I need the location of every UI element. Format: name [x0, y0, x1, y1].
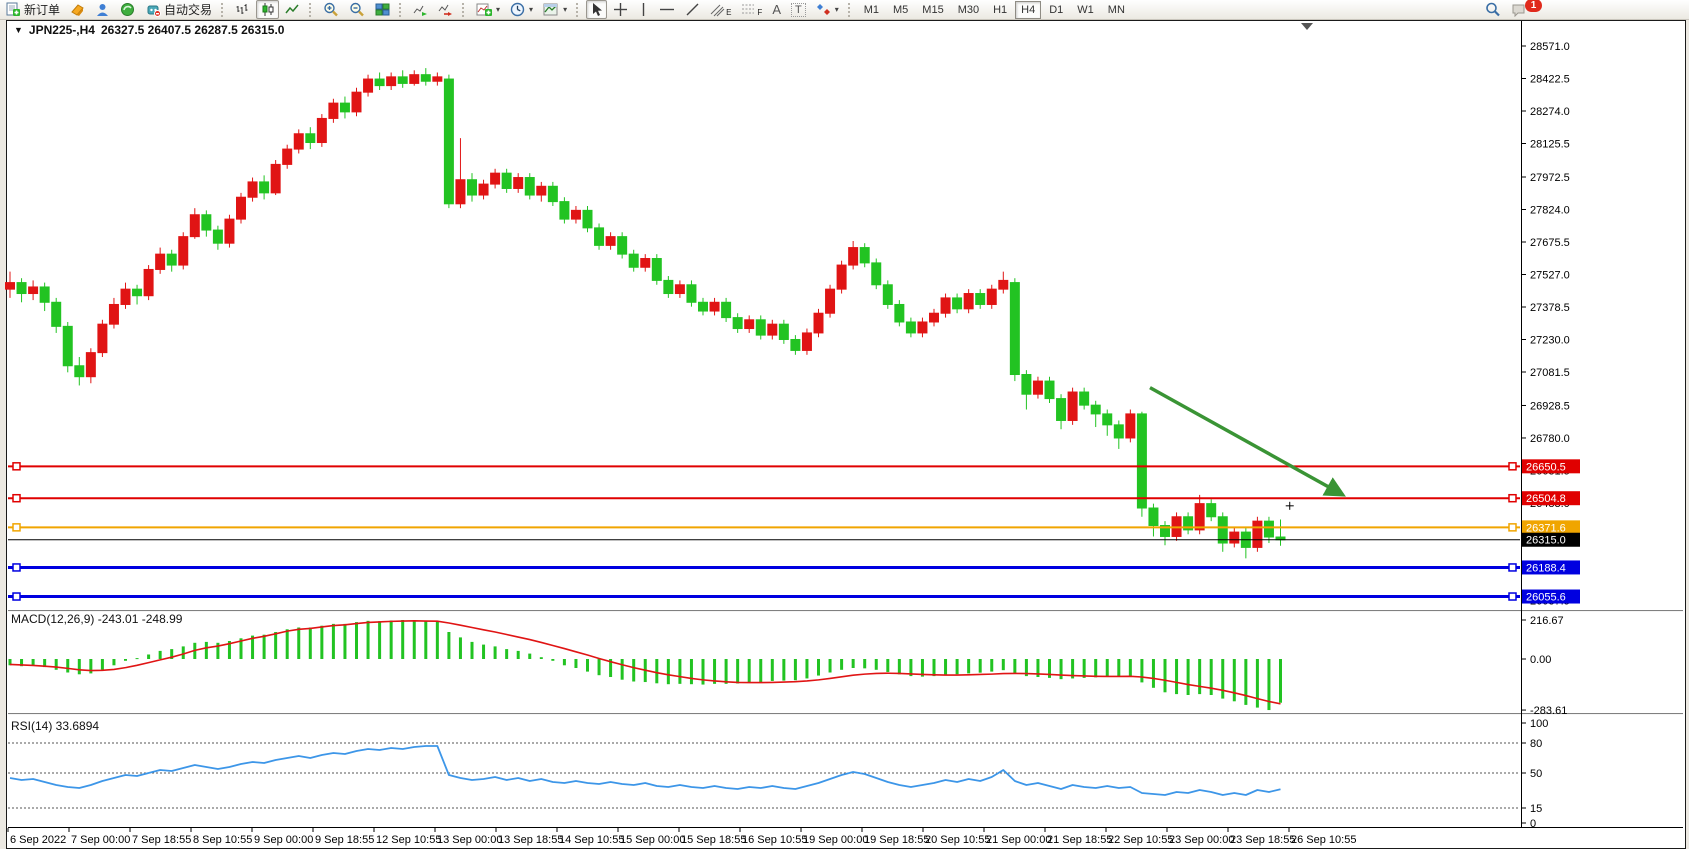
- new-order-icon: [5, 2, 21, 17]
- line-chart-icon: [285, 2, 300, 17]
- chevron-down-icon: ▾: [496, 5, 500, 14]
- toolbar-grip[interactable]: [848, 3, 853, 17]
- search-icon: [1485, 2, 1501, 17]
- zoom-in-button[interactable]: [319, 0, 343, 19]
- crosshair-icon: [613, 2, 628, 17]
- crosshair-tool-button[interactable]: [609, 0, 632, 19]
- vertical-line-icon: [638, 2, 649, 17]
- zoom-in-icon: [323, 2, 339, 17]
- fibonacci-tool-button[interactable]: F: [737, 0, 766, 19]
- channel-label: E: [726, 8, 731, 17]
- cursor-tool-button[interactable]: [586, 0, 607, 19]
- fibonacci-icon: [741, 2, 758, 17]
- indicators-button[interactable]: ▾: [472, 0, 504, 19]
- periods-button[interactable]: ▾: [506, 0, 537, 19]
- tile-windows-button[interactable]: [371, 0, 394, 19]
- candlestick-button[interactable]: [256, 0, 279, 19]
- chart-window-frame: [6, 20, 1686, 849]
- trendline-icon: [685, 2, 700, 17]
- rsi-indicator-label: RSI(14) 33.6894: [11, 719, 99, 733]
- timeframe-W1[interactable]: W1: [1071, 1, 1100, 19]
- horizontal-line-icon: [659, 2, 675, 17]
- fibonacci-label: F: [757, 8, 762, 17]
- new-order-label: 新订单: [24, 1, 60, 18]
- shapes-icon: [816, 2, 831, 17]
- label-icon: T: [791, 3, 806, 17]
- auto-scroll-button[interactable]: [409, 0, 432, 19]
- templates-button[interactable]: ▾: [539, 0, 571, 19]
- notification-badge: 1: [1525, 0, 1542, 12]
- main-toolbar: 新订单 自动交易: [0, 0, 1689, 20]
- metaeditor-icon: [70, 2, 85, 17]
- bar-chart-button[interactable]: [231, 0, 254, 19]
- timeframe-group: M1M5M15M30H1H4D1W1MN: [857, 1, 1132, 19]
- chevron-down-icon: ▾: [563, 5, 567, 14]
- channel-tool-button[interactable]: E: [706, 0, 735, 19]
- new-order-button[interactable]: 新订单: [1, 0, 64, 19]
- auto-trading-label: 自动交易: [164, 1, 212, 18]
- auto-trading-button[interactable]: 自动交易: [141, 0, 216, 19]
- auto-scroll-icon: [413, 2, 428, 17]
- channel-icon: [710, 2, 727, 17]
- toolbar-grip[interactable]: [462, 3, 467, 17]
- timeframe-M15[interactable]: M15: [916, 1, 949, 19]
- trendline-tool-button[interactable]: [681, 0, 704, 19]
- metaeditor-button[interactable]: [66, 0, 89, 19]
- periods-clock-icon: [510, 2, 525, 17]
- notifications-button[interactable]: 1: [1507, 0, 1546, 19]
- templates-icon: [543, 2, 559, 17]
- chevron-down-icon: ▾: [835, 5, 839, 14]
- chart-dropdown-icon[interactable]: ▼: [14, 25, 23, 35]
- tile-windows-icon: [375, 2, 390, 17]
- zoom-out-button[interactable]: [345, 0, 369, 19]
- text-tool-button[interactable]: A: [768, 0, 785, 19]
- line-chart-button[interactable]: [281, 0, 304, 19]
- signals-icon: [120, 2, 135, 17]
- label-tool-button[interactable]: T: [787, 0, 810, 19]
- toolbar-grip[interactable]: [221, 3, 226, 17]
- indicators-icon: [476, 2, 492, 17]
- toolbar-grip[interactable]: [309, 3, 314, 17]
- chart-ohlc-values: 26327.5 26407.5 26287.5 26315.0: [101, 23, 285, 37]
- candlestick-icon: [260, 2, 275, 17]
- toolbar-grip[interactable]: [399, 3, 404, 17]
- chart-shift-button[interactable]: [434, 0, 457, 19]
- timeframe-H4[interactable]: H4: [1015, 1, 1041, 19]
- shapes-tool-button[interactable]: ▾: [812, 0, 843, 19]
- horizontal-line-tool-button[interactable]: [655, 0, 679, 19]
- vertical-line-tool-button[interactable]: [634, 0, 653, 19]
- text-icon: A: [772, 2, 781, 17]
- timeframe-D1[interactable]: D1: [1043, 1, 1069, 19]
- cursor-icon: [590, 2, 603, 17]
- autotrading-robot-icon: [145, 2, 161, 17]
- zoom-out-icon: [349, 2, 365, 17]
- bar-chart-icon: [235, 2, 250, 17]
- chart-shift-icon: [438, 2, 453, 17]
- mt4-window: 新订单 自动交易: [0, 0, 1689, 849]
- chart-title-bar: ▼ JPN225-,H4 26327.5 26407.5 26287.5 263…: [14, 23, 284, 37]
- signals-button[interactable]: [116, 0, 139, 19]
- chevron-down-icon: ▾: [529, 5, 533, 14]
- chart-symbol-period: JPN225-,H4: [29, 23, 95, 37]
- timeframe-M1[interactable]: M1: [858, 1, 885, 19]
- community-icon: [95, 2, 110, 17]
- search-button[interactable]: [1481, 0, 1505, 19]
- timeframe-M30[interactable]: M30: [952, 1, 985, 19]
- timeframe-H1[interactable]: H1: [987, 1, 1013, 19]
- community-button[interactable]: [91, 0, 114, 19]
- macd-indicator-label: MACD(12,26,9) -243.01 -248.99: [11, 612, 182, 626]
- timeframe-M5[interactable]: M5: [887, 1, 914, 19]
- timeframe-MN[interactable]: MN: [1102, 1, 1131, 19]
- toolbar-grip[interactable]: [576, 3, 581, 17]
